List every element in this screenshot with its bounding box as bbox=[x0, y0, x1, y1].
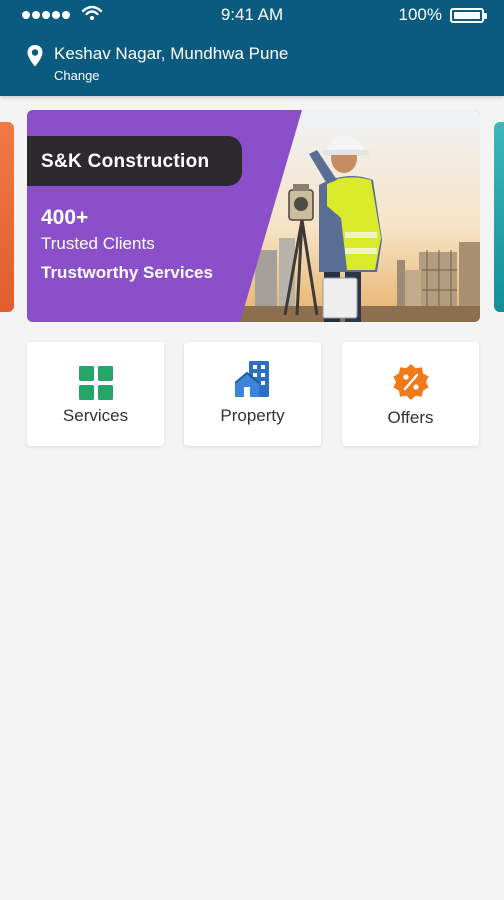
next-banner-peek[interactable] bbox=[494, 122, 504, 312]
change-location-link[interactable]: Change bbox=[54, 68, 100, 83]
location-header: Keshav Nagar, Mundhwa Pune Change bbox=[0, 30, 504, 96]
grid-icon bbox=[78, 366, 113, 400]
client-count-label: Trusted Clients bbox=[41, 234, 155, 253]
services-label: Services bbox=[62, 406, 129, 425]
location-pin-icon bbox=[27, 45, 43, 67]
battery-percentage: 100% bbox=[398, 5, 442, 24]
building-icon bbox=[234, 361, 269, 397]
discount-badge-icon bbox=[392, 364, 429, 400]
property-label: Property bbox=[220, 406, 285, 425]
brand-name: S&K Construction bbox=[41, 151, 210, 172]
previous-banner-peek[interactable] bbox=[0, 122, 14, 312]
offers-tile[interactable]: Offers bbox=[342, 342, 479, 446]
client-count: 400+ bbox=[41, 206, 89, 229]
services-tile[interactable]: Services bbox=[27, 342, 164, 446]
banner-tagline: Trustworthy Services bbox=[41, 263, 213, 282]
status-bar: 9:41 AM 100% bbox=[0, 0, 504, 30]
brand-pill: S&K Construction bbox=[27, 136, 242, 186]
property-tile[interactable]: Property bbox=[184, 342, 321, 446]
battery-icon bbox=[450, 8, 487, 23]
offers-label: Offers bbox=[387, 408, 434, 427]
banner-carousel[interactable]: S&K Construction 400+ Trusted Clients Tr… bbox=[0, 110, 504, 322]
location-name: Keshav Nagar, Mundhwa Pune bbox=[54, 44, 289, 63]
promo-banner[interactable]: S&K Construction 400+ Trusted Clients Tr… bbox=[27, 110, 480, 322]
